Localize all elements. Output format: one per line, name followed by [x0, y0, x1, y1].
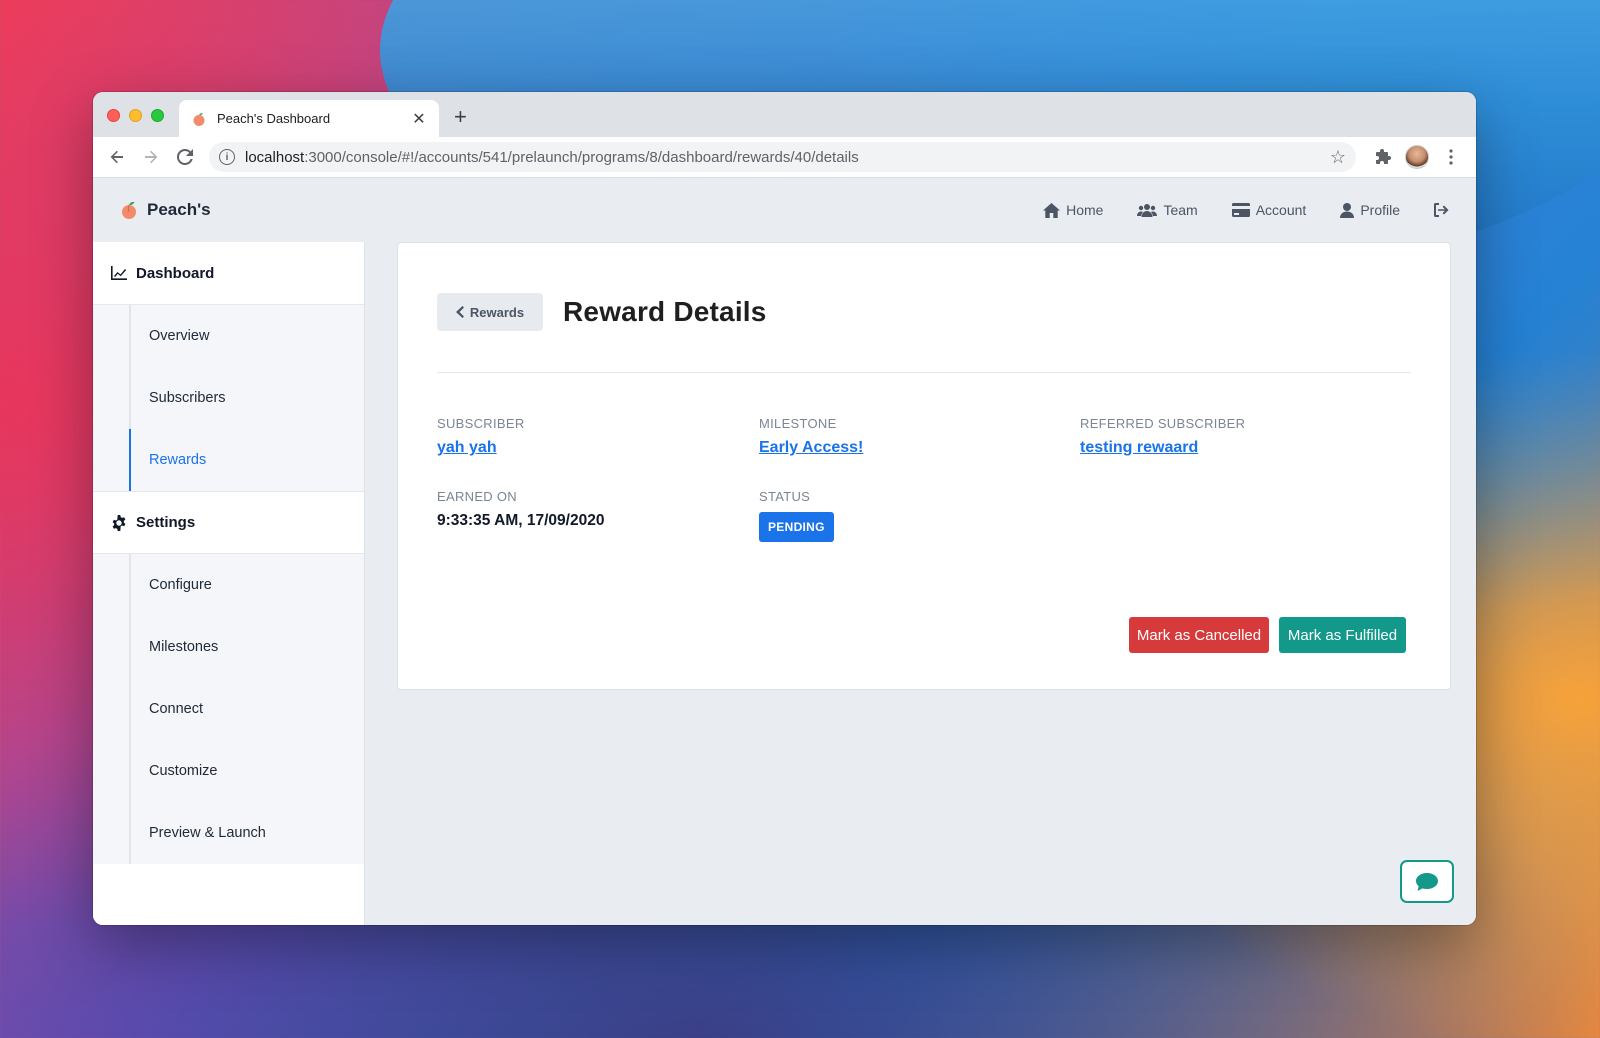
sidebar-section-dashboard[interactable]: Dashboard: [93, 242, 364, 305]
subscriber-field: SUBSCRIBER yah yah: [437, 416, 525, 457]
users-icon: [1137, 204, 1158, 217]
status-badge: PENDING: [759, 512, 834, 542]
browser-window: Peach's Dashboard ✕ + i localhost:3000/c…: [93, 92, 1476, 925]
sidebar-item-rewards[interactable]: Rewards: [129, 429, 364, 491]
nav-team[interactable]: Team: [1137, 202, 1198, 218]
sidebar-item-milestones[interactable]: Milestones: [131, 616, 364, 678]
referred-subscriber-field: REFERRED SUBSCRIBER testing rewaard: [1080, 416, 1245, 457]
tab-strip: Peach's Dashboard ✕ +: [93, 92, 1476, 137]
extensions-puzzle-icon[interactable]: [1368, 142, 1398, 172]
new-tab-button[interactable]: +: [454, 106, 467, 128]
avatar: [1405, 145, 1429, 169]
browser-menu-icon[interactable]: [1436, 142, 1466, 172]
tab-title: Peach's Dashboard: [217, 111, 331, 126]
site-info-icon[interactable]: i: [219, 149, 235, 165]
minimize-window-button[interactable]: [129, 109, 142, 122]
nav-profile-label: Profile: [1360, 202, 1400, 218]
nav-account[interactable]: Account: [1231, 202, 1307, 218]
back-to-rewards-button[interactable]: Rewards: [437, 293, 543, 331]
browser-tab[interactable]: Peach's Dashboard ✕: [179, 100, 439, 137]
sidebar-item-subscribers[interactable]: Subscribers: [131, 367, 364, 429]
user-icon: [1340, 202, 1355, 218]
header-divider: [437, 372, 1411, 373]
settings-submenu: Configure Milestones Connect Customize P…: [93, 554, 364, 864]
gear-icon: [112, 514, 126, 531]
forward-arrow-icon[interactable]: [137, 143, 165, 171]
close-window-button[interactable]: [107, 109, 120, 122]
peach-favicon-icon: [193, 112, 205, 126]
nav-account-label: Account: [1255, 202, 1307, 218]
browser-toolbar: i localhost:3000/console/#!/accounts/541…: [93, 137, 1476, 178]
reward-details-card: Rewards Reward Details SUBSCRIBER yah ya…: [397, 242, 1451, 690]
nav-home[interactable]: Home: [1043, 202, 1103, 218]
mark-cancelled-button[interactable]: Mark as Cancelled: [1129, 617, 1269, 653]
milestone-field: MILESTONE Early Access!: [759, 416, 863, 457]
sidebar: Dashboard Overview Subscribers Rewards S…: [93, 242, 365, 925]
earned-on-field: EARNED ON 9:33:35 AM, 17/09/2020: [437, 489, 604, 530]
nav-home-label: Home: [1066, 202, 1104, 218]
reload-icon[interactable]: [171, 143, 199, 171]
bookmark-star-icon[interactable]: ☆: [1330, 147, 1346, 168]
line-chart-icon: [111, 266, 127, 280]
milestone-link[interactable]: Early Access!: [759, 439, 863, 457]
referred-subscriber-label: REFERRED SUBSCRIBER: [1080, 416, 1246, 431]
top-navigation: Home Team Account Profile: [1043, 202, 1450, 218]
mark-fulfilled-button[interactable]: Mark as Fulfilled: [1279, 617, 1406, 653]
earned-on-value: 9:33:35 AM, 17/09/2020: [437, 512, 605, 529]
sidebar-item-connect[interactable]: Connect: [131, 678, 364, 740]
chat-widget-button[interactable]: [1400, 860, 1454, 903]
chat-bubble-icon: [1416, 872, 1438, 891]
chevron-left-icon: [455, 306, 464, 318]
profile-avatar-button[interactable]: [1402, 142, 1432, 172]
address-bar[interactable]: i localhost:3000/console/#!/accounts/541…: [209, 142, 1356, 172]
dashboard-submenu: Overview Subscribers Rewards: [93, 305, 364, 491]
home-icon: [1043, 202, 1061, 218]
sidebar-item-customize[interactable]: Customize: [131, 740, 364, 802]
brand-logo[interactable]: Peach's: [119, 200, 211, 220]
referred-subscriber-link[interactable]: testing rewaard: [1080, 439, 1245, 457]
brand-name: Peach's: [147, 200, 211, 219]
subscriber-link[interactable]: yah yah: [437, 439, 525, 457]
app-header: Peach's Home Team Account Profile: [93, 178, 1476, 242]
card-header: Rewards Reward Details: [437, 293, 1411, 331]
url-path: :3000/console/#!/accounts/541/prelaunch/…: [304, 148, 859, 166]
app-viewport: Peach's Home Team Account Profile Dashbo…: [93, 178, 1476, 925]
sidebar-section-settings-label: Settings: [136, 514, 196, 531]
milestone-label: MILESTONE: [759, 416, 837, 431]
window-controls: [107, 109, 164, 122]
sidebar-section-settings[interactable]: Settings: [93, 491, 364, 554]
credit-card-icon: [1231, 203, 1250, 217]
back-arrow-icon[interactable]: [103, 143, 131, 171]
status-field: STATUS PENDING: [759, 489, 834, 542]
nav-team-label: Team: [1163, 202, 1198, 218]
maximize-window-button[interactable]: [151, 109, 164, 122]
back-button-label: Rewards: [469, 304, 525, 320]
status-label: STATUS: [759, 489, 811, 504]
url-host: localhost: [245, 148, 305, 166]
sidebar-item-configure[interactable]: Configure: [131, 554, 364, 616]
page-title: Reward Details: [563, 296, 767, 327]
sidebar-item-preview-launch[interactable]: Preview & Launch: [131, 802, 364, 864]
tab-close-icon[interactable]: ✕: [411, 109, 427, 129]
peach-logo-icon: [122, 201, 136, 219]
sidebar-item-overview[interactable]: Overview: [131, 305, 364, 367]
sign-out-icon: [1434, 203, 1449, 217]
sidebar-section-dashboard-label: Dashboard: [136, 264, 215, 282]
nav-profile[interactable]: Profile: [1340, 202, 1400, 218]
subscriber-label: SUBSCRIBER: [437, 416, 525, 431]
logout-button[interactable]: [1434, 203, 1450, 217]
earned-on-label: EARNED ON: [437, 489, 517, 504]
